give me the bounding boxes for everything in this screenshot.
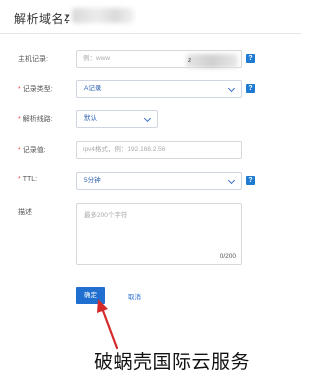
chevron-down-icon [227, 176, 236, 185]
record-value-placeholder: ipv4格式，例：192.168.2.56 [83, 146, 166, 153]
record-type-select[interactable]: A记录 [76, 80, 242, 98]
line-select[interactable]: 默认 [76, 110, 158, 128]
chevron-down-icon [143, 114, 152, 123]
host-suffix-text: z [188, 57, 192, 64]
record-type-help-icon[interactable]: ? [246, 84, 255, 93]
record-type-label: * 记录类型: [18, 86, 53, 93]
description-textarea[interactable]: 最多200个字符 0/200 [76, 203, 242, 265]
ttl-help-icon[interactable]: ? [246, 176, 255, 185]
line-label: * 解析线路: [18, 116, 53, 123]
line-value: 默认 [84, 115, 97, 122]
host-record-label: 主机记录: [18, 56, 48, 63]
record-value-label: * 记录值: [18, 147, 46, 154]
ttl-value: 5分钟 [84, 177, 101, 184]
record-type-value: A记录 [84, 85, 102, 92]
redacted-domain [72, 8, 134, 23]
character-counter: 0/200 [219, 253, 236, 260]
host-record-placeholder: 例：www [83, 55, 111, 62]
dialog-header: 解析域名： z [0, 0, 301, 34]
ttl-label: * TTL: [18, 176, 38, 183]
host-help-icon[interactable]: ? [246, 54, 255, 63]
redacted-host-suffix [186, 54, 238, 68]
description-label: 描述 [18, 209, 32, 216]
domain-prefix: z [64, 10, 70, 24]
ttl-select[interactable]: 5分钟 [76, 172, 242, 190]
chevron-down-icon [227, 84, 236, 93]
record-value-input[interactable]: ipv4格式，例：192.168.2.56 [76, 141, 242, 159]
watermark-text: 破蜗壳国际云服务 [94, 351, 251, 373]
description-placeholder: 最多200个字符 [84, 212, 128, 219]
